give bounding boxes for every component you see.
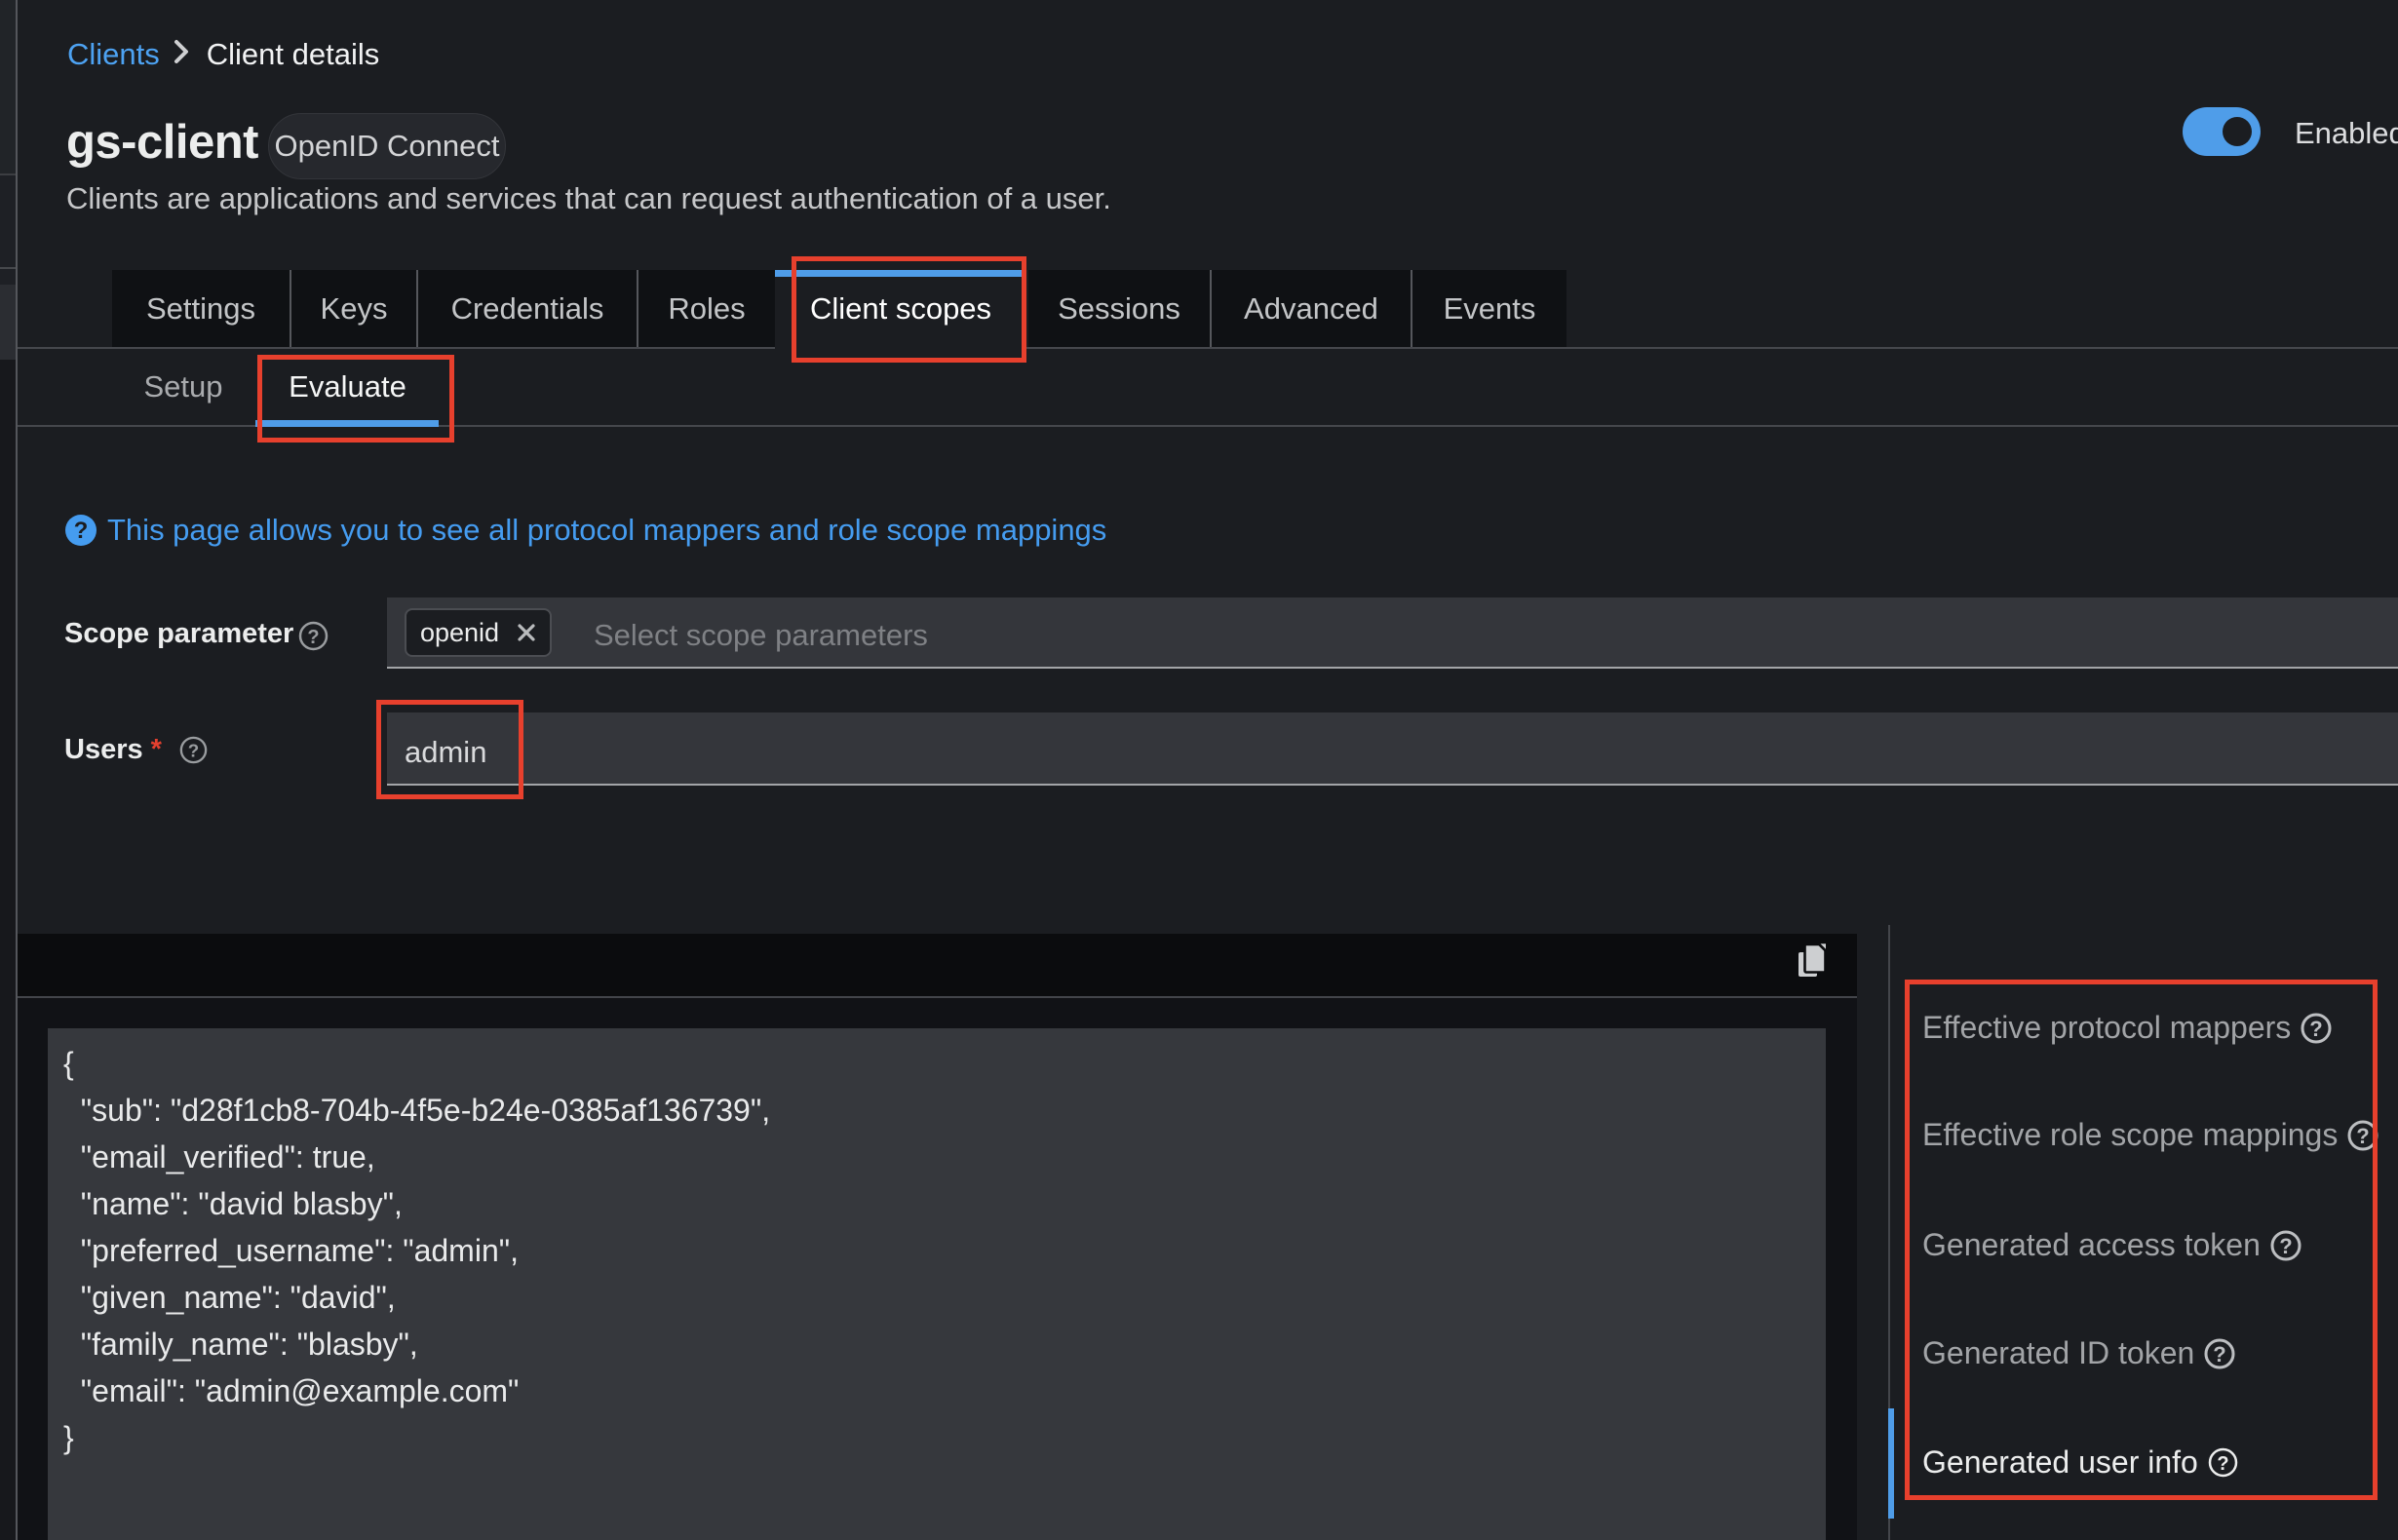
svg-text:?: ? xyxy=(188,741,199,761)
svg-text:?: ? xyxy=(74,518,89,544)
svg-text:?: ? xyxy=(307,627,319,648)
